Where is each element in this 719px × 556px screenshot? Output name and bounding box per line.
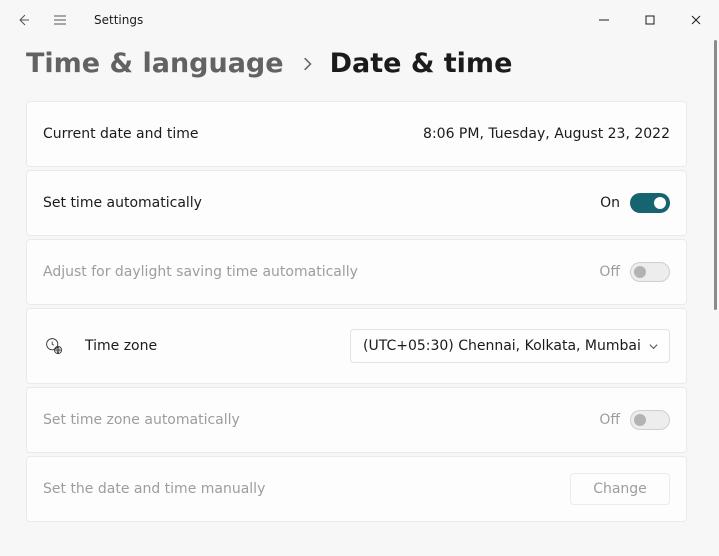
row-label: Time zone [85,338,157,354]
titlebar: Settings [0,0,719,40]
breadcrumb-current: Date & time [330,48,513,79]
row-set-time-automatically: Set time automatically On [26,170,687,236]
row-label: Set time automatically [43,195,202,211]
row-set-timezone-automatically: Set time zone automatically Off [26,387,687,453]
window-title: Settings [94,13,143,27]
close-button[interactable] [673,4,719,36]
window-controls [581,4,719,36]
minimize-button[interactable] [581,4,627,36]
toggle-set-time-automatically[interactable] [630,193,670,213]
toggle-adjust-dst [630,262,670,282]
scrollbar-thumb[interactable] [714,40,717,310]
timezone-select[interactable]: (UTC+05:30) Chennai, Kolkata, Mumbai, Ne… [350,329,670,363]
nav-menu-button[interactable] [42,2,78,38]
timezone-selected-value: (UTC+05:30) Chennai, Kolkata, Mumbai, Ne… [363,338,640,354]
row-current-datetime: Current date and time 8:06 PM, Tuesday, … [26,101,687,167]
current-datetime-value: 8:06 PM, Tuesday, August 23, 2022 [423,126,670,142]
breadcrumb-parent[interactable]: Time & language [26,48,284,79]
row-label: Set time zone automatically [43,412,240,428]
chevron-right-icon [300,52,314,76]
row-adjust-dst: Adjust for daylight saving time automati… [26,239,687,305]
row-time-zone: Time zone (UTC+05:30) Chennai, Kolkata, … [26,308,687,384]
row-label: Set the date and time manually [43,481,265,497]
scrollbar[interactable] [713,40,717,556]
settings-page: Time & language Date & time Current date… [0,40,713,556]
row-label: Adjust for daylight saving time automati… [43,264,358,280]
toggle-state-label: Off [599,264,620,280]
row-set-manually: Set the date and time manually Change [26,456,687,522]
maximize-button[interactable] [627,4,673,36]
toggle-set-timezone-automatically [630,410,670,430]
row-label: Current date and time [43,126,198,142]
chevron-down-icon [648,341,659,352]
breadcrumb: Time & language Date & time [26,40,687,101]
toggle-state-label: On [600,195,620,211]
globe-clock-icon [43,335,65,357]
back-button[interactable] [6,2,42,38]
change-button: Change [570,473,670,505]
toggle-state-label: Off [599,412,620,428]
